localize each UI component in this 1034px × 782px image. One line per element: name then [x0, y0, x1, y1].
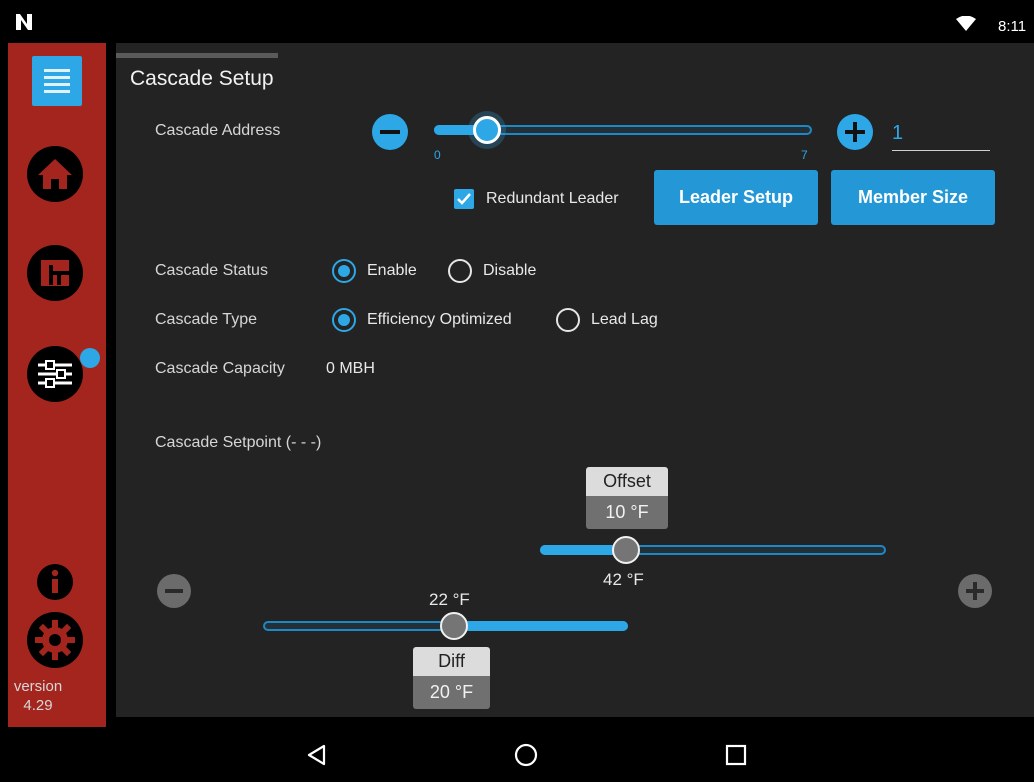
- menu-icon-bar: [44, 76, 70, 79]
- gear-icon[interactable]: [26, 611, 84, 669]
- offset-slider-thumb[interactable]: [612, 536, 640, 564]
- menu-button[interactable]: [32, 56, 82, 106]
- status-bar: 8:11: [0, 0, 1034, 43]
- version-number: 4.29: [23, 697, 53, 714]
- cascade-setpoint-label: Cascade Setpoint (- - -): [155, 434, 322, 451]
- cascade-address-label: Cascade Address: [155, 122, 281, 139]
- status-time: 8:11: [998, 18, 1027, 35]
- type-leadlag-label: Lead Lag: [591, 311, 658, 328]
- status-disable-radio[interactable]: [448, 259, 472, 283]
- main-panel: Cascade Setup Cascade Address 0 7 1 Redu…: [116, 43, 1034, 717]
- home-nav-icon[interactable]: [514, 743, 538, 767]
- status-enable-radio[interactable]: [332, 259, 356, 283]
- page-title: Cascade Setup: [130, 67, 274, 90]
- status-disable-label: Disable: [483, 262, 537, 279]
- cascade-capacity-value: 0 MBH: [326, 360, 375, 377]
- settings-sliders-icon[interactable]: [26, 345, 84, 403]
- menu-icon-bar: [44, 83, 70, 86]
- type-efficiency-radio[interactable]: [332, 308, 356, 332]
- type-efficiency-label: Efficiency Optimized: [367, 311, 512, 328]
- offset-tag: Offset 10 °F: [586, 467, 668, 529]
- setpoint-increment-button[interactable]: [958, 574, 992, 608]
- diff-slider-value: 22 °F: [429, 590, 470, 609]
- navigation-bar: [0, 727, 1034, 782]
- redundant-leader-checkbox[interactable]: [454, 189, 474, 209]
- diff-slider-thumb[interactable]: [440, 612, 468, 640]
- cascade-capacity-label: Cascade Capacity: [155, 360, 285, 377]
- menu-icon-bar: [44, 90, 70, 93]
- sidebar: version 4.29: [8, 43, 106, 727]
- diff-tag: Diff 20 °F: [413, 647, 490, 709]
- setpoint-decrement-button[interactable]: [157, 574, 191, 608]
- version-label: version: [13, 678, 63, 695]
- cascade-type-label: Cascade Type: [155, 311, 257, 328]
- panel-divider: [116, 53, 278, 58]
- status-enable-label: Enable: [367, 262, 417, 279]
- redundant-leader-label: Redundant Leader: [486, 190, 619, 207]
- checkmark-icon: [457, 193, 471, 205]
- wifi-icon: [956, 16, 976, 31]
- address-slider-thumb[interactable]: [473, 116, 501, 144]
- offset-tag-value: 10 °F: [586, 496, 668, 529]
- type-leadlag-radio[interactable]: [556, 308, 580, 332]
- offset-tag-label: Offset: [586, 467, 668, 496]
- recents-icon[interactable]: [724, 743, 748, 767]
- dashboard-icon[interactable]: [26, 244, 84, 302]
- member-size-button[interactable]: Member Size: [831, 170, 995, 225]
- notification-badge: [80, 348, 100, 368]
- address-increment-button[interactable]: [837, 114, 873, 150]
- cascade-status-label: Cascade Status: [155, 262, 268, 279]
- offset-slider-value: 42 °F: [603, 570, 644, 589]
- address-input[interactable]: 1: [892, 119, 990, 151]
- leader-setup-button[interactable]: Leader Setup: [654, 170, 818, 225]
- info-icon[interactable]: [36, 563, 74, 601]
- version-info: version 4.29: [8, 677, 68, 715]
- diff-slider-fill: [453, 621, 628, 631]
- menu-icon-bar: [44, 69, 70, 72]
- notification-n-icon: [16, 14, 32, 30]
- back-icon[interactable]: [305, 743, 329, 767]
- diff-tag-value: 20 °F: [413, 676, 490, 709]
- diff-tag-label: Diff: [413, 647, 490, 676]
- address-min-label: 0: [434, 148, 441, 162]
- home-icon[interactable]: [26, 145, 84, 203]
- address-max-label: 7: [801, 148, 808, 162]
- address-decrement-button[interactable]: [372, 114, 408, 150]
